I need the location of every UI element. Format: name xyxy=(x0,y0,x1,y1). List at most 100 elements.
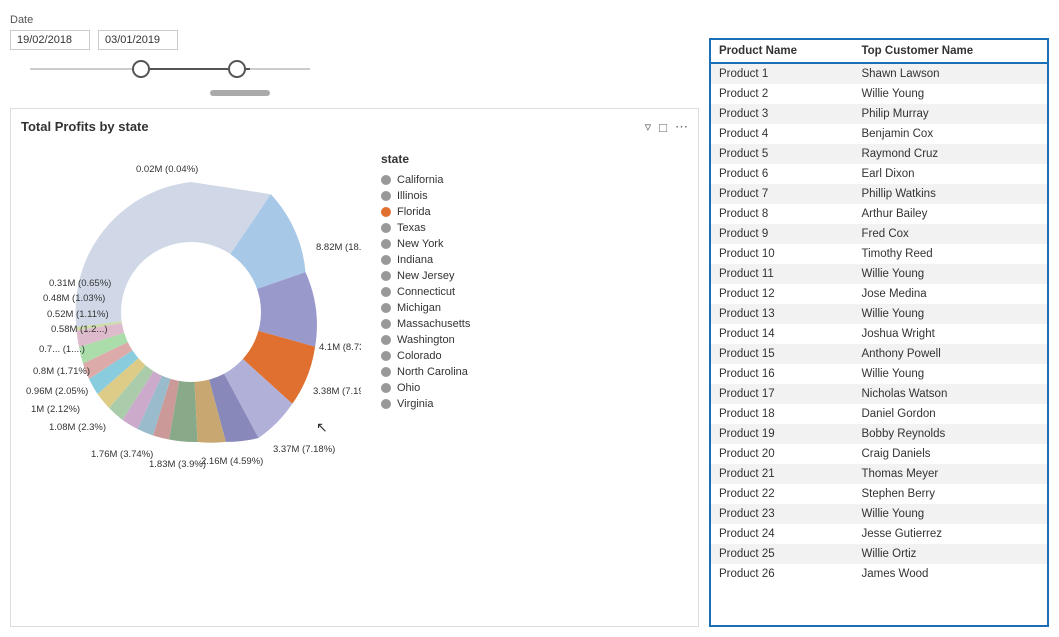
legend-massachusetts: Massachusetts xyxy=(381,318,470,330)
table-row[interactable]: Product 11Willie Young xyxy=(711,264,1047,284)
legend-connecticut: Connecticut xyxy=(381,286,470,298)
slider-handle-right[interactable] xyxy=(228,60,246,78)
cell-product-name: Product 12 xyxy=(711,284,853,304)
cell-customer-name: Anthony Powell xyxy=(853,344,1047,364)
table-row[interactable]: Product 4Benjamin Cox xyxy=(711,124,1047,144)
legend-label-northcarolina: North Carolina xyxy=(397,366,468,378)
chart-toolbar: ▿ □ ⋯ xyxy=(645,119,688,135)
table-body: Product 1Shawn LawsonProduct 2Willie You… xyxy=(711,63,1047,584)
date-slider[interactable] xyxy=(10,54,330,84)
cell-product-name: Product 19 xyxy=(711,424,853,444)
table-row[interactable]: Product 9Fred Cox xyxy=(711,224,1047,244)
label-massachusetts: 0.96M (2.05%) xyxy=(26,386,88,397)
cell-product-name: Product 18 xyxy=(711,404,853,424)
legend-label-indiana: Indiana xyxy=(397,254,433,266)
legend-washington: Washington xyxy=(381,334,470,346)
table-row[interactable]: Product 2Willie Young xyxy=(711,84,1047,104)
legend-dot-ohio xyxy=(381,383,391,393)
cell-product-name: Product 1 xyxy=(711,63,853,84)
table-wrapper[interactable]: Product Name Top Customer Name Product 1… xyxy=(711,40,1047,625)
legend-newyork: New York xyxy=(381,238,470,250)
legend-label-colorado: Colorado xyxy=(397,350,442,362)
cell-product-name: Product 26 xyxy=(711,564,853,584)
focus-icon[interactable]: □ xyxy=(659,120,667,135)
legend-dot-northcarolina xyxy=(381,367,391,377)
table-row[interactable]: Product 15Anthony Powell xyxy=(711,344,1047,364)
cell-product-name: Product 17 xyxy=(711,384,853,404)
cell-product-name: Product 9 xyxy=(711,224,853,244)
table-row[interactable]: Product 3Philip Murray xyxy=(711,104,1047,124)
donut-chart-wrapper: 8.82M (18.77%) 4.1M (8.73%) 3.38M (7.19%… xyxy=(21,142,361,522)
date-to-input[interactable] xyxy=(98,30,178,50)
chart-container: Total Profits by state ▿ □ ⋯ xyxy=(10,108,699,627)
cell-product-name: Product 4 xyxy=(711,124,853,144)
label-newjersey: 1.76M (3.74%) xyxy=(91,449,153,460)
legend-virginia: Virginia xyxy=(381,398,470,410)
table-row[interactable]: Product 16Willie Young xyxy=(711,364,1047,384)
table-row[interactable]: Product 21Thomas Meyer xyxy=(711,464,1047,484)
filter-icon[interactable]: ▿ xyxy=(645,119,652,135)
cell-product-name: Product 20 xyxy=(711,444,853,464)
table-row[interactable]: Product 19Bobby Reynolds xyxy=(711,424,1047,444)
cell-product-name: Product 13 xyxy=(711,304,853,324)
table-row[interactable]: Product 17Nicholas Watson xyxy=(711,384,1047,404)
table-row[interactable]: Product 13Willie Young xyxy=(711,304,1047,324)
cell-product-name: Product 16 xyxy=(711,364,853,384)
table-row[interactable]: Product 25Willie Ortiz xyxy=(711,544,1047,564)
more-icon[interactable]: ⋯ xyxy=(675,119,688,135)
legend-label-washington: Washington xyxy=(397,334,455,346)
label-ohio: 0.52M (1.11%) xyxy=(47,309,109,320)
legend-dot-michigan xyxy=(381,303,391,313)
cell-customer-name: Thomas Meyer xyxy=(853,464,1047,484)
label-other2: 0.02M (0.04%) xyxy=(136,164,198,175)
label-other1: 0.31M (0.65%) xyxy=(49,278,111,289)
cell-customer-name: Willie Young xyxy=(853,264,1047,284)
label-newyork: 2.16M (4.59%) xyxy=(201,456,263,467)
legend-ohio: Ohio xyxy=(381,382,470,394)
label-indiana: 1.83M (3.9%) xyxy=(149,459,206,470)
slider-handle-left[interactable] xyxy=(132,60,150,78)
cell-customer-name: Willie Ortiz xyxy=(853,544,1047,564)
label-florida: 3.38M (7.19%) xyxy=(313,386,361,397)
table-row[interactable]: Product 10Timothy Reed xyxy=(711,244,1047,264)
table-row[interactable]: Product 7Phillip Watkins xyxy=(711,184,1047,204)
cell-customer-name: Fred Cox xyxy=(853,224,1047,244)
cell-customer-name: Phillip Watkins xyxy=(853,184,1047,204)
legend-dot-indiana xyxy=(381,255,391,265)
legend-dot-connecticut xyxy=(381,287,391,297)
legend-newjersey: New Jersey xyxy=(381,270,470,282)
table-row[interactable]: Product 12Jose Medina xyxy=(711,284,1047,304)
right-panel-table: Product Name Top Customer Name Product 1… xyxy=(709,38,1049,627)
cell-customer-name: Craig Daniels xyxy=(853,444,1047,464)
legend-label-california: California xyxy=(397,174,443,186)
cell-customer-name: Willie Young xyxy=(853,304,1047,324)
legend-indiana: Indiana xyxy=(381,254,470,266)
cell-customer-name: Willie Young xyxy=(853,364,1047,384)
table-row[interactable]: Product 8Arthur Bailey xyxy=(711,204,1047,224)
table-row[interactable]: Product 5Raymond Cruz xyxy=(711,144,1047,164)
table-row[interactable]: Product 26James Wood xyxy=(711,564,1047,584)
table-row[interactable]: Product 24Jesse Gutierrez xyxy=(711,524,1047,544)
table-row[interactable]: Product 23Willie Young xyxy=(711,504,1047,524)
table-row[interactable]: Product 20Craig Daniels xyxy=(711,444,1047,464)
table-row[interactable]: Product 14Joshua Wright xyxy=(711,324,1047,344)
date-section: Date xyxy=(10,10,699,100)
main-container: Date Total Profits by state ▿ □ ⋯ xyxy=(0,0,1059,637)
table-row[interactable]: Product 6Earl Dixon xyxy=(711,164,1047,184)
legend-dot-colorado xyxy=(381,351,391,361)
table-row[interactable]: Product 1Shawn Lawson xyxy=(711,63,1047,84)
table-header-row: Product Name Top Customer Name xyxy=(711,40,1047,63)
table-row[interactable]: Product 22Stephen Berry xyxy=(711,484,1047,504)
cursor-icon: ↖ xyxy=(316,419,328,435)
date-from-input[interactable] xyxy=(10,30,90,50)
cell-product-name: Product 24 xyxy=(711,524,853,544)
date-label: Date xyxy=(10,14,699,26)
chart-content: 8.82M (18.77%) 4.1M (8.73%) 3.38M (7.19%… xyxy=(21,142,688,522)
label-california: 8.82M (18.77%) xyxy=(316,242,361,253)
cell-customer-name: Earl Dixon xyxy=(853,164,1047,184)
legend-label-connecticut: Connecticut xyxy=(397,286,455,298)
cell-product-name: Product 6 xyxy=(711,164,853,184)
cell-product-name: Product 22 xyxy=(711,484,853,504)
cell-product-name: Product 5 xyxy=(711,144,853,164)
table-row[interactable]: Product 18Daniel Gordon xyxy=(711,404,1047,424)
